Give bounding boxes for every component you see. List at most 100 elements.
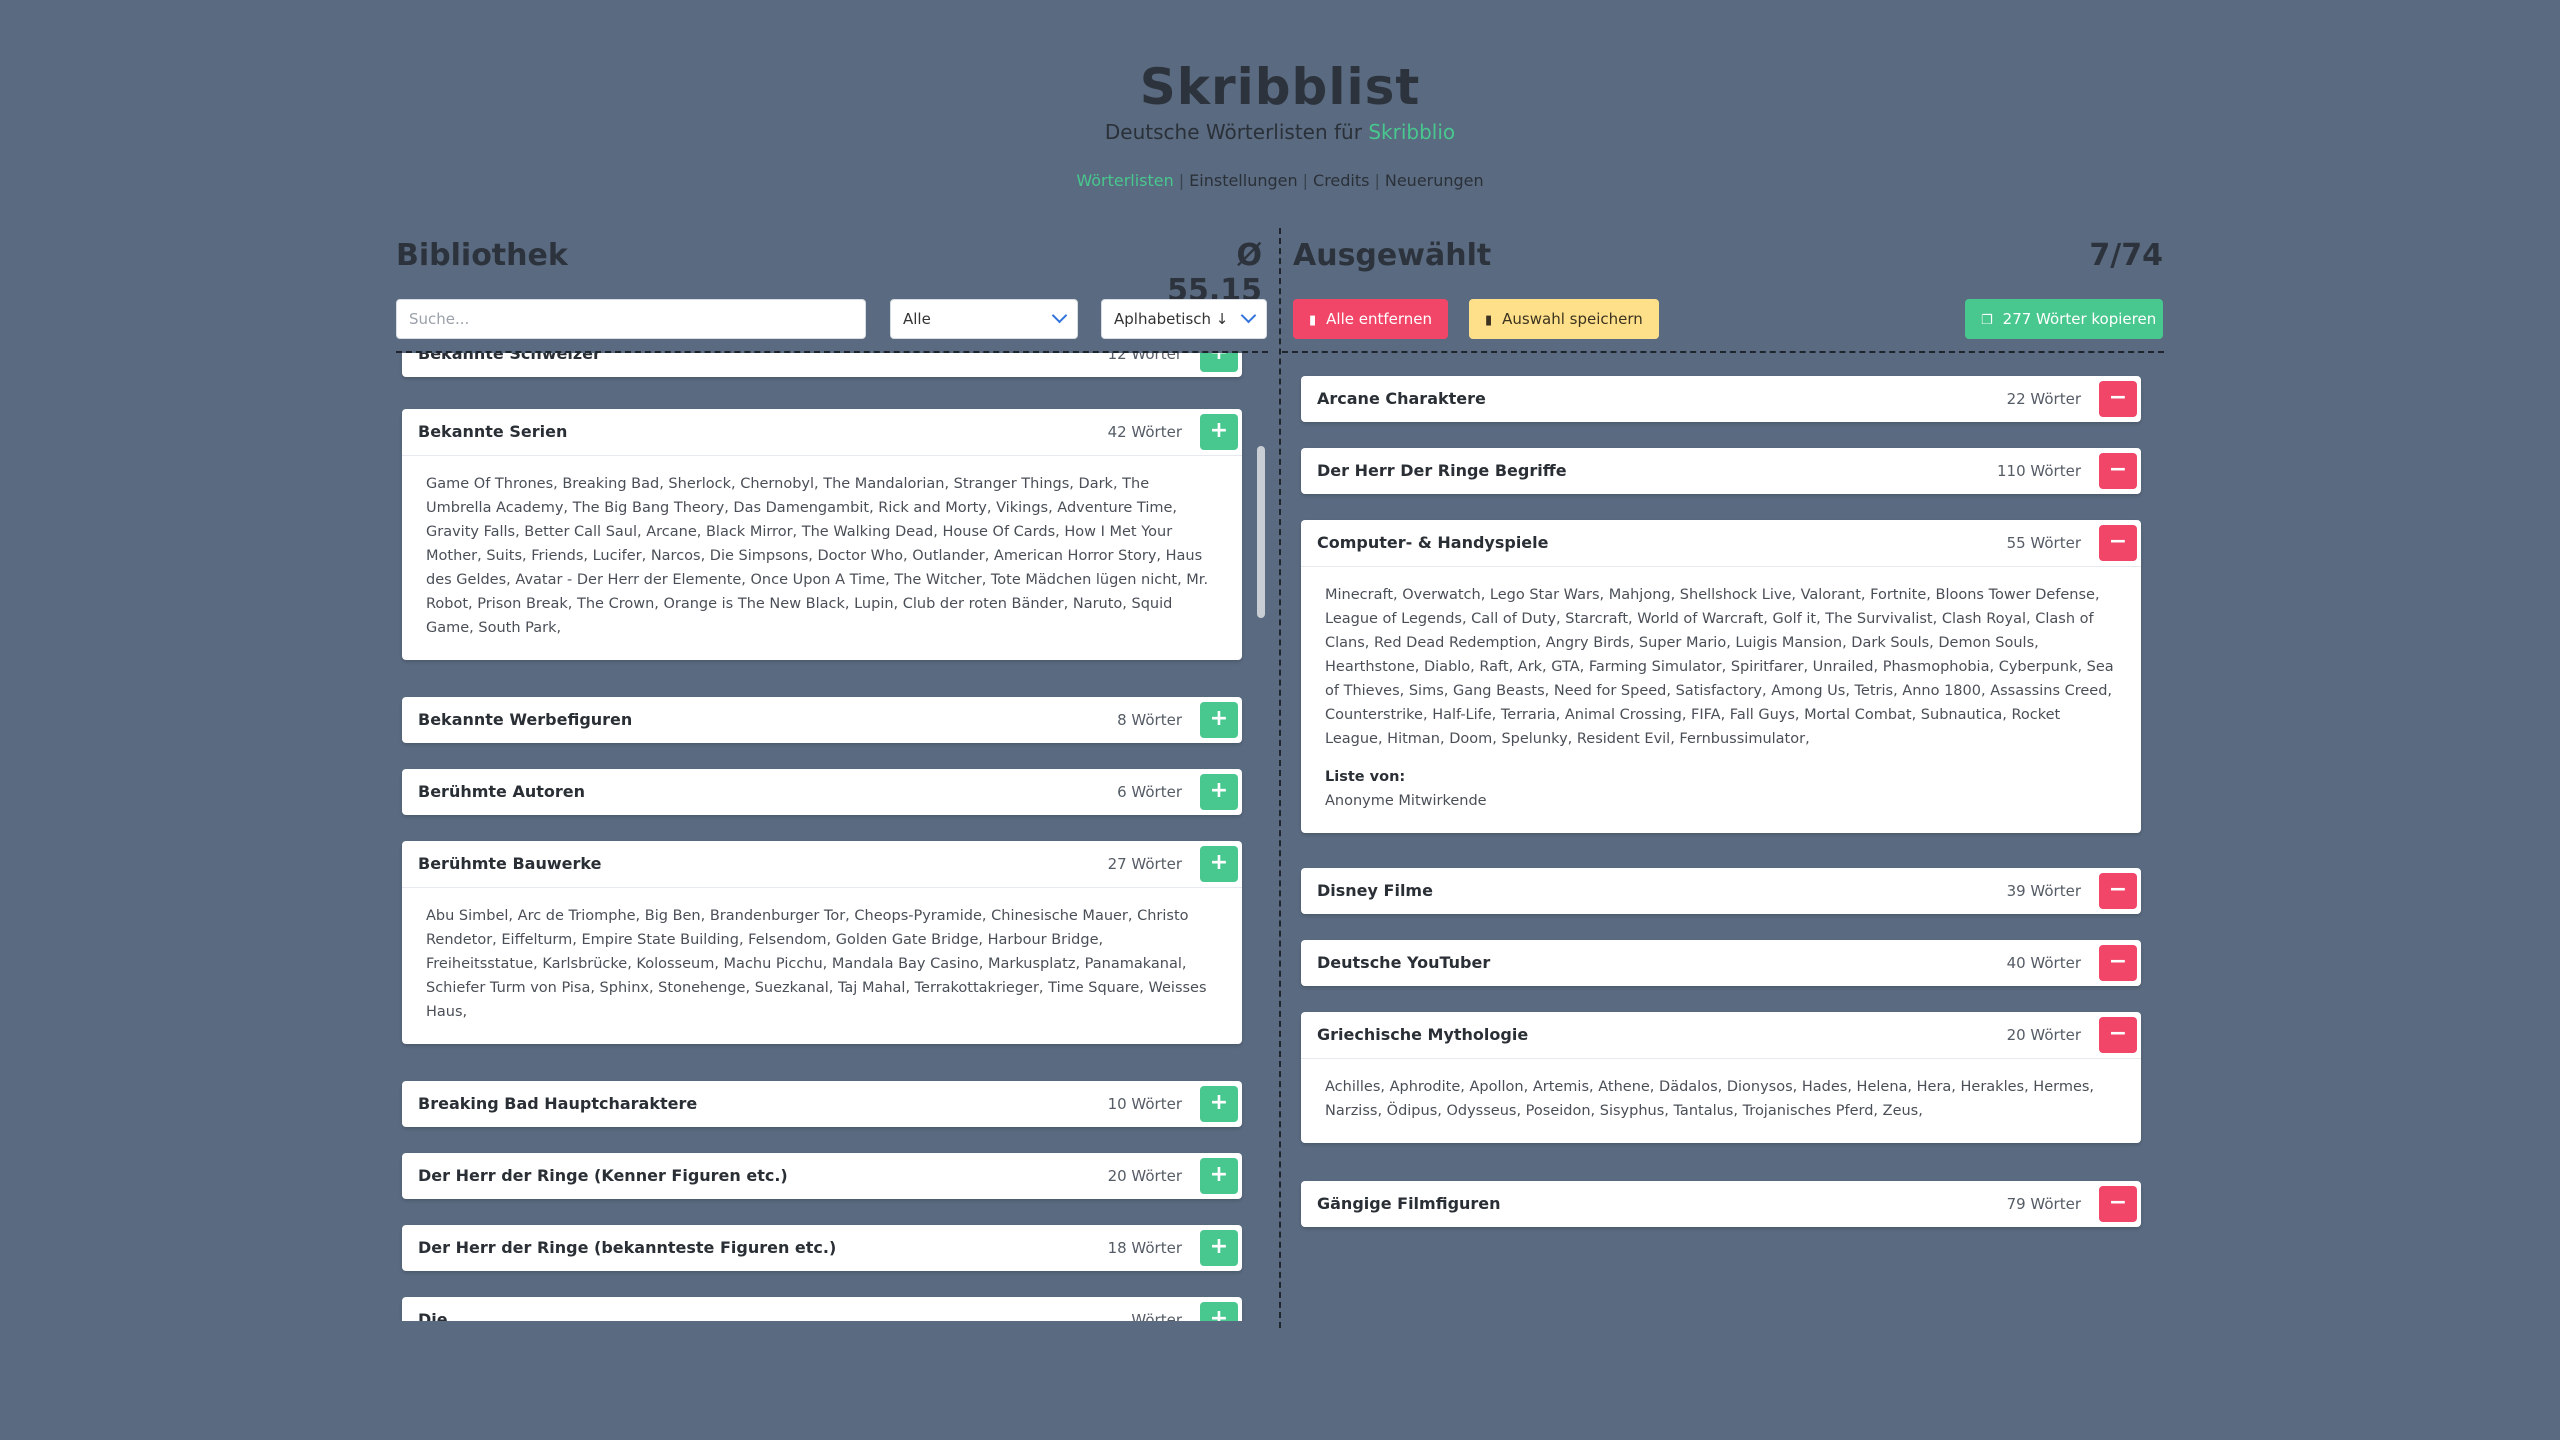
remove-all-label: Alle entfernen [1326, 310, 1433, 328]
add-list-button[interactable]: + [1200, 1230, 1238, 1266]
list-count: 110 Wörter [1997, 462, 2081, 480]
add-list-button[interactable]: + [1200, 1302, 1238, 1321]
save-selection-button[interactable]: ▮ Auswahl speichern [1469, 299, 1659, 339]
add-list-button[interactable]: + [1200, 846, 1238, 882]
list-item: Arcane Charaktere 22 Wörter − [1301, 376, 2141, 422]
selected-separator [1282, 351, 2164, 353]
remove-list-button[interactable]: − [2099, 945, 2137, 981]
subtitle-text: Deutsche Wörterlisten für [1104, 120, 1362, 144]
remove-list-button[interactable]: − [2099, 1017, 2137, 1053]
filter-select[interactable]: Alle [890, 299, 1078, 339]
list-item: Gängige Filmfiguren 79 Wörter − [1301, 1181, 2141, 1227]
add-list-button[interactable]: + [1200, 1158, 1238, 1194]
copy-words-label: 277 Wörter kopieren [2002, 310, 2157, 328]
list-item: Bekannte Schweizer 12 Wörter + [402, 353, 1242, 377]
author-name: Anonyme Mitwirkende [1325, 793, 1487, 809]
list-item: Der Herr der Ringe (bekannteste Figuren … [402, 1225, 1242, 1271]
app-subtitle: Deutsche Wörterlisten für Skribblio [0, 120, 2560, 144]
nav-separator: | [1178, 171, 1185, 190]
list-name: Der Herr der Ringe (bekannteste Figuren … [418, 1238, 837, 1257]
add-list-button[interactable]: + [1200, 414, 1238, 450]
list-count: 18 Wörter [1107, 1239, 1182, 1257]
library-list[interactable]: Bekannte Schweizer 12 Wörter + Bekannte Se… [396, 353, 1272, 1321]
skribblio-link[interactable]: Skribblio [1368, 120, 1455, 144]
selected-list[interactable]: Arcane Charaktere 22 Wörter − Der Herr Der… [1296, 372, 2156, 1272]
list-words: Game Of Thrones, Breaking Bad, Sherlock,… [402, 455, 1242, 660]
sort-select[interactable]: Aplhabetisch ↓ [1101, 299, 1267, 339]
add-list-button[interactable]: + [1200, 774, 1238, 810]
chevron-down-icon [1051, 307, 1068, 324]
list-name: Berühmte Bauwerke [418, 854, 602, 873]
list-name: Breaking Bad Hauptcharaktere [418, 1094, 698, 1113]
list-item: Berühmte Bauwerke 27 Wörter + Abu Simbel, … [402, 841, 1242, 1044]
copy-words-button[interactable]: ❐ 277 Wörter kopieren [1965, 299, 2163, 339]
selected-ratio: 7/74 [2089, 238, 2163, 273]
column-divider [1279, 228, 1281, 1328]
author-label: Liste von: [1325, 769, 1406, 785]
list-item: Bekannte Werbefiguren 8 Wörter + [402, 697, 1242, 743]
list-name: Berühmte Autoren [418, 782, 586, 801]
remove-list-button[interactable]: − [2099, 453, 2137, 489]
list-count: 79 Wörter [2006, 1195, 2081, 1213]
list-item: Deutsche YouTuber 40 Wörter − [1301, 940, 2141, 986]
nav-credits[interactable]: Credits [1309, 171, 1373, 190]
list-count: 22 Wörter [2006, 390, 2081, 408]
remove-list-button[interactable]: − [2099, 381, 2137, 417]
remove-list-button[interactable]: − [2099, 873, 2137, 909]
library-title: Bibliothek [396, 238, 568, 273]
list-count: 55 Wörter [2006, 534, 2081, 552]
list-name: Computer- & Handyspiele [1317, 533, 1549, 552]
nav-einstellungen[interactable]: Einstellungen [1185, 171, 1301, 190]
bookmark-icon: ▮ [1485, 313, 1493, 328]
list-item: Disney Filme 39 Wörter − [1301, 868, 2141, 914]
list-count: 40 Wörter [2006, 954, 2081, 972]
nav-wortlisten[interactable]: Wörterlisten [1072, 171, 1177, 190]
list-name: Die ... [418, 1310, 472, 1321]
trash-icon: ▮ [1309, 313, 1317, 328]
list-words-container: Minecraft, Overwatch, Lego Star Wars, Ma… [1301, 566, 2141, 833]
chevron-down-icon [1240, 307, 1257, 324]
list-item: Berühmte Autoren 6 Wörter + [402, 769, 1242, 815]
list-count: 8 Wörter [1117, 711, 1182, 729]
list-count: 12 Wörter [1107, 353, 1182, 363]
copy-icon: ❐ [1981, 313, 1993, 328]
list-name: Disney Filme [1317, 881, 1433, 900]
list-item: Griechische Mythologie 20 Wörter − Achille… [1301, 1012, 2141, 1143]
list-item: Der Herr der Ringe (Kenner Figuren etc.)… [402, 1153, 1242, 1199]
list-name: Der Herr Der Ringe Begriffe [1317, 461, 1567, 480]
list-count: 20 Wörter [2006, 1026, 2081, 1044]
selected-title: Ausgewählt [1293, 238, 1492, 273]
list-item: Breaking Bad Hauptcharaktere 10 Wörter + [402, 1081, 1242, 1127]
list-item: Bekannte Serien 42 Wörter + Game Of Throne… [402, 409, 1242, 660]
list-name: Bekannte Werbefiguren [418, 710, 633, 729]
nav-neuerungen[interactable]: Neuerungen [1381, 171, 1488, 190]
add-list-button[interactable]: + [1200, 1086, 1238, 1122]
remove-all-button[interactable]: ▮ Alle entfernen [1293, 299, 1449, 339]
list-words: Minecraft, Overwatch, Lego Star Wars, Ma… [1325, 587, 2114, 747]
remove-list-button[interactable]: − [2099, 1186, 2137, 1222]
list-name: Bekannte Schweizer [418, 353, 601, 363]
list-name: Bekannte Serien [418, 422, 568, 441]
list-item: Der Herr Der Ringe Begriffe 110 Wörter − [1301, 448, 2141, 494]
list-name: Griechische Mythologie [1317, 1025, 1529, 1044]
list-name: Gängige Filmfiguren [1317, 1194, 1501, 1213]
app-title: Skribblist [1139, 58, 1421, 116]
list-name: Der Herr der Ringe (Kenner Figuren etc.) [418, 1166, 788, 1185]
add-list-button[interactable]: + [1200, 702, 1238, 738]
list-count: 39 Wörter [2006, 882, 2081, 900]
remove-list-button[interactable]: − [2099, 525, 2137, 561]
list-item: Die ... Wörter + [402, 1297, 1242, 1321]
list-count: 10 Wörter [1107, 1095, 1182, 1113]
main-nav: Wörterlisten | Einstellungen | Credits | Neuer… [0, 171, 2560, 190]
list-count: Wörter [1131, 1311, 1182, 1321]
sort-select-value: Aplhabetisch ↓ [1114, 310, 1229, 328]
list-item: Computer- & Handyspiele 55 Wörter − Minecr… [1301, 520, 2141, 833]
list-count: 27 Wörter [1107, 855, 1182, 873]
list-words: Achilles, Aphrodite, Apollon, Artemis, A… [1301, 1058, 2141, 1143]
list-count: 20 Wörter [1107, 1167, 1182, 1185]
nav-separator: | [1302, 171, 1309, 190]
list-count: 42 Wörter [1107, 423, 1182, 441]
add-list-button[interactable]: + [1200, 353, 1238, 372]
library-scrollbar[interactable] [1257, 446, 1265, 618]
search-input[interactable]: Suche... [396, 299, 866, 339]
